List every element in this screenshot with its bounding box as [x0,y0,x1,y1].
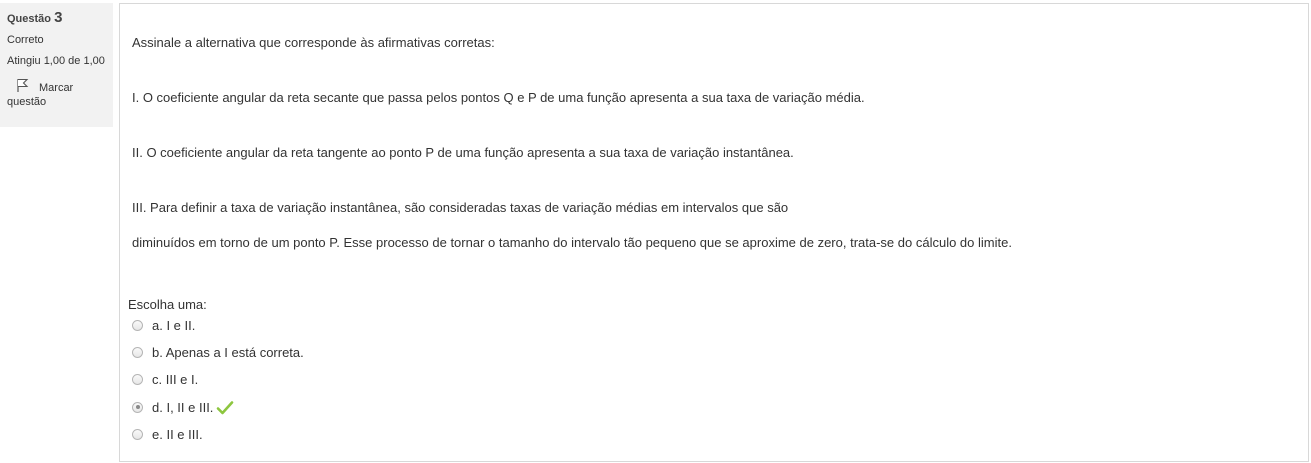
option-b-radio[interactable] [132,347,143,359]
question-line-3: II. O coeficiente angular da reta tangen… [132,145,794,160]
question-label: Questão [7,13,52,25]
answer-prompt: Escolha uma: [128,297,207,312]
question-number-value: 3 [54,9,63,26]
flag-label[interactable]: Marcar [39,82,73,94]
option-c-label[interactable]: c. III e I. [152,372,198,387]
question-grade: Atingiu 1,00 de 1,00 [7,55,105,67]
option-d-label[interactable]: d. I, II e III. [152,400,213,415]
answer-options: a. I e II. b. Apenas a I está correta. c… [132,318,304,454]
option-a-label[interactable]: a. I e II. [152,318,195,333]
question-info-panel: Questão 3 Correto Atingiu 1,00 de 1,00 M… [0,3,113,127]
option-c-radio[interactable] [132,374,143,386]
question-number: Questão 3 [7,9,113,26]
option-d[interactable]: d. I, II e III. [132,400,304,427]
option-b[interactable]: b. Apenas a I está correta. [132,345,304,372]
question-line-1: Assinale a alternativa que corresponde à… [132,35,495,50]
option-a[interactable]: a. I e II. [132,318,304,345]
checkmark-icon [216,400,234,416]
option-d-radio[interactable] [132,401,143,413]
option-c[interactable]: c. III e I. [132,372,304,399]
option-e-radio[interactable] [132,428,143,440]
option-e-label[interactable]: e. II e III. [152,427,203,442]
flag-icon[interactable] [15,77,31,93]
question-line-2: I. O coeficiente angular da reta secante… [132,90,865,105]
option-a-radio[interactable] [132,320,143,331]
option-e[interactable]: e. II e III. [132,427,304,454]
question-state: Correto [7,34,44,46]
option-b-label[interactable]: b. Apenas a I está correta. [152,345,304,360]
flag-label-2[interactable]: questão [7,96,46,108]
question-line-4: III. Para definir a taxa de variação ins… [132,200,789,215]
question-line-5: diminuídos em torno de um ponto P. Esse … [132,235,1012,250]
question-content: Assinale a alternativa que corresponde à… [119,3,1309,462]
flag-question-button[interactable]: Marcar questão [7,77,113,109]
